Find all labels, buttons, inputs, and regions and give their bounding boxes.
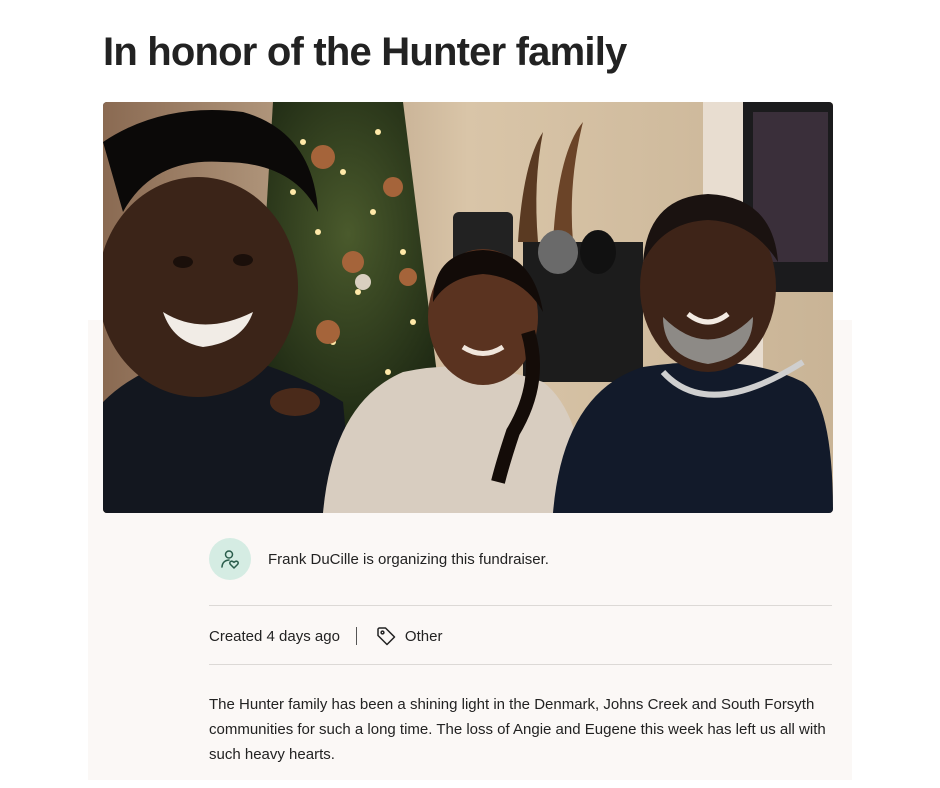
page-title: In honor of the Hunter family [103,30,627,74]
divider [209,664,832,665]
created-date: Created 4 days ago [209,627,340,645]
hero-photo[interactable] [103,102,833,513]
story-text: The Hunter family has been a shining lig… [209,696,826,763]
tag-icon [375,625,397,647]
person-heart-icon [209,538,251,580]
organizer-text: Frank DuCille is organizing this fundrai… [268,550,549,568]
divider [209,605,832,606]
organizer-row: Frank DuCille is organizing this fundrai… [209,538,549,580]
category-link[interactable]: Other [405,628,443,645]
campaign-meta: Created 4 days ago Other [209,624,442,648]
meta-separator [355,627,357,645]
